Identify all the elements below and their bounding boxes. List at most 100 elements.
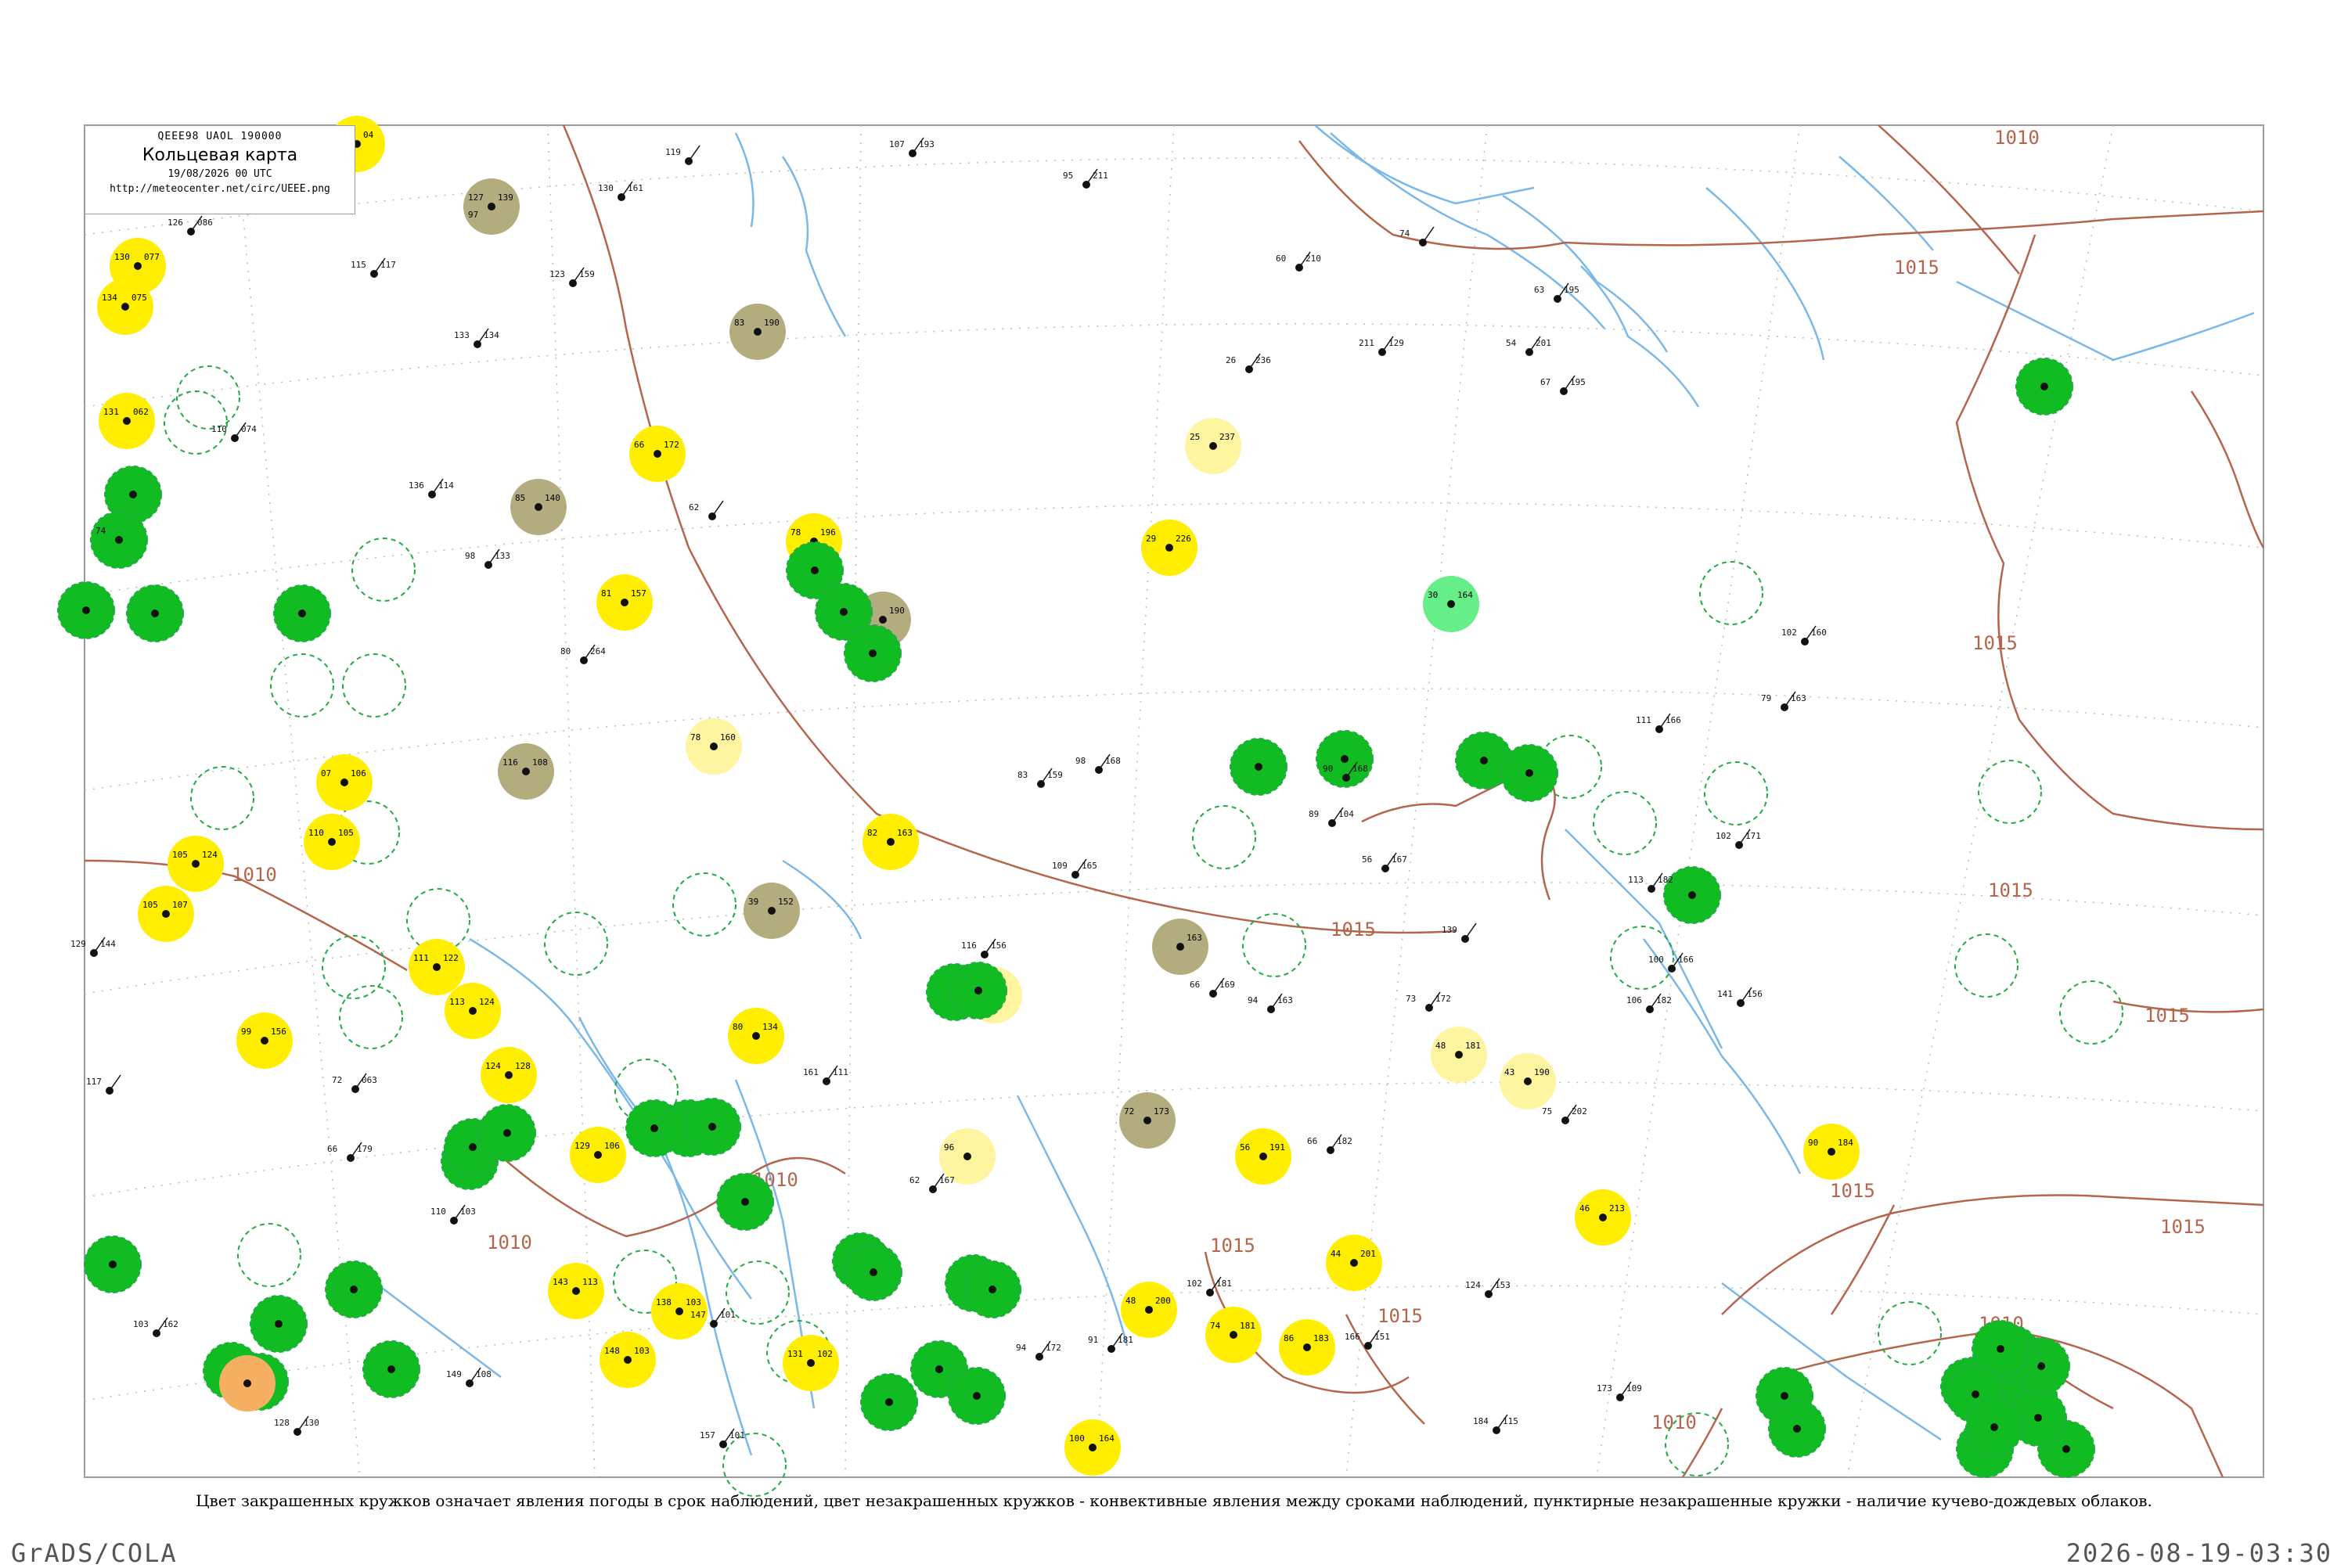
station-circle: 85 140 — [510, 479, 567, 535]
station-pressure: 213 — [1609, 1203, 1625, 1214]
station-marker — [869, 649, 877, 657]
station-pressure: 128 — [515, 1061, 531, 1071]
station-circle: 129 106 — [570, 1127, 626, 1183]
station-temp: 124 — [485, 1061, 501, 1071]
station-marker — [298, 610, 306, 617]
station-circle — [963, 1261, 1021, 1318]
station-temp: 105 — [142, 900, 158, 910]
station-pressure: 237 — [1219, 432, 1235, 442]
station-marker — [503, 1129, 511, 1137]
station-pressure: 160 — [720, 732, 736, 743]
station-circle: 07 106 — [316, 754, 373, 811]
station-marker — [1793, 1425, 1801, 1433]
station-temp: 72 — [332, 1075, 342, 1085]
station-marker — [433, 963, 441, 971]
station-temp: 72 — [1124, 1106, 1134, 1117]
station-temp: 75 — [1542, 1106, 1552, 1117]
station-temp: 111 — [1636, 715, 1651, 725]
station-circle: 148 103 — [600, 1332, 656, 1388]
station-pressure: 226 — [1176, 534, 1191, 544]
code-line: QEEE98 UAOL 190000 — [157, 131, 283, 142]
station-marker — [624, 1356, 632, 1364]
station-circle: 30 164 — [1423, 576, 1479, 632]
station-marker — [752, 1032, 760, 1040]
station-marker — [973, 1392, 981, 1400]
station-temp: 134 — [102, 293, 117, 303]
station-circle — [2015, 358, 2073, 415]
map-header: QEEE98 UAOL 190000 Кольцевая карта 19/08… — [85, 125, 355, 214]
station-temp: 96 — [944, 1142, 954, 1153]
station-temp: 98 — [1075, 756, 1086, 766]
station-circle: 131 102 — [783, 1335, 839, 1391]
station-temp: 131 — [787, 1349, 803, 1359]
station-pressure: 103 — [634, 1346, 650, 1356]
station-pressure: 075 — [131, 293, 147, 303]
station-circle: 131 062 — [99, 393, 155, 449]
station-pressure: 122 — [443, 953, 459, 963]
station-circle — [860, 1373, 918, 1431]
station-temp: 116 — [961, 940, 977, 951]
station-pressure: 190 — [764, 318, 780, 328]
station-pressure: 163 — [1187, 933, 1202, 943]
station-temp: 82 — [867, 828, 877, 838]
station-temp: 102 — [1781, 628, 1797, 638]
station-pressure: 106 — [351, 768, 366, 779]
isobar-label: 1015 — [1988, 879, 2033, 901]
station-marker — [935, 1365, 943, 1373]
station-marker — [1143, 1117, 1151, 1124]
station-circle — [250, 1295, 308, 1353]
station-circle: 110 105 — [304, 814, 360, 870]
isobar-label: 1010 — [1994, 127, 2040, 149]
station-circle: 83 190 — [729, 304, 786, 360]
station-marker — [650, 1124, 658, 1132]
station-circle: 99 156 — [236, 1012, 293, 1069]
station-temp: 106 — [1626, 995, 1642, 1005]
station-temp: 133 — [454, 330, 470, 340]
station-temp: 113 — [449, 997, 465, 1007]
isobar-label: 1015 — [1210, 1235, 1255, 1257]
station-pressure: 102 — [817, 1349, 833, 1359]
station-circle — [1230, 738, 1287, 796]
station-circle — [84, 1235, 142, 1293]
station-marker — [1524, 1077, 1532, 1085]
station-temp: 130 — [114, 252, 130, 262]
station-marker — [885, 1398, 893, 1406]
station-temp: 128 — [274, 1418, 290, 1428]
station-pressure: 113 — [582, 1277, 598, 1287]
station-pressure: 183 — [1313, 1333, 1329, 1343]
station-marker — [387, 1365, 395, 1373]
station-marker — [1455, 1051, 1463, 1059]
station-marker — [535, 503, 542, 511]
station-marker — [488, 203, 495, 210]
station-temp: 110 — [430, 1207, 446, 1217]
station-temp: 63 — [1534, 285, 1544, 295]
station-marker — [708, 1123, 716, 1131]
station-marker — [1259, 1153, 1267, 1160]
station-circle: 111 122 — [409, 939, 465, 995]
station-pressure: 181 — [1465, 1041, 1481, 1051]
station-marker — [505, 1071, 513, 1079]
station-pressure: 164 — [1457, 590, 1473, 600]
station-marker — [811, 566, 819, 574]
station-temp: 78 — [690, 732, 700, 743]
station-temp: 74 — [1399, 228, 1410, 239]
station-pressure: 190 — [1534, 1067, 1550, 1077]
station-circle: 80 134 — [728, 1008, 784, 1064]
station-temp: 44 — [1331, 1249, 1341, 1259]
station-temp: 48 — [1435, 1041, 1446, 1051]
station-marker — [469, 1007, 477, 1015]
date-line: 19/08/2026 00 UTC — [167, 168, 272, 180]
station-pressure: 157 — [631, 588, 646, 599]
station-dewpoint: 97 — [468, 210, 478, 220]
station-circle: 134 075 — [97, 279, 153, 335]
station-temp: 39 — [748, 897, 758, 907]
station-temp: 119 — [665, 147, 681, 157]
station-temp: 90 — [1808, 1138, 1818, 1148]
station-temp: 124 — [1465, 1280, 1481, 1290]
station-marker — [129, 491, 137, 498]
station-circle: 90 184 — [1803, 1124, 1860, 1180]
station-temp: 115 — [351, 260, 366, 270]
station-marker — [807, 1359, 815, 1367]
station-marker — [522, 768, 530, 775]
station-temp: 62 — [689, 502, 699, 512]
